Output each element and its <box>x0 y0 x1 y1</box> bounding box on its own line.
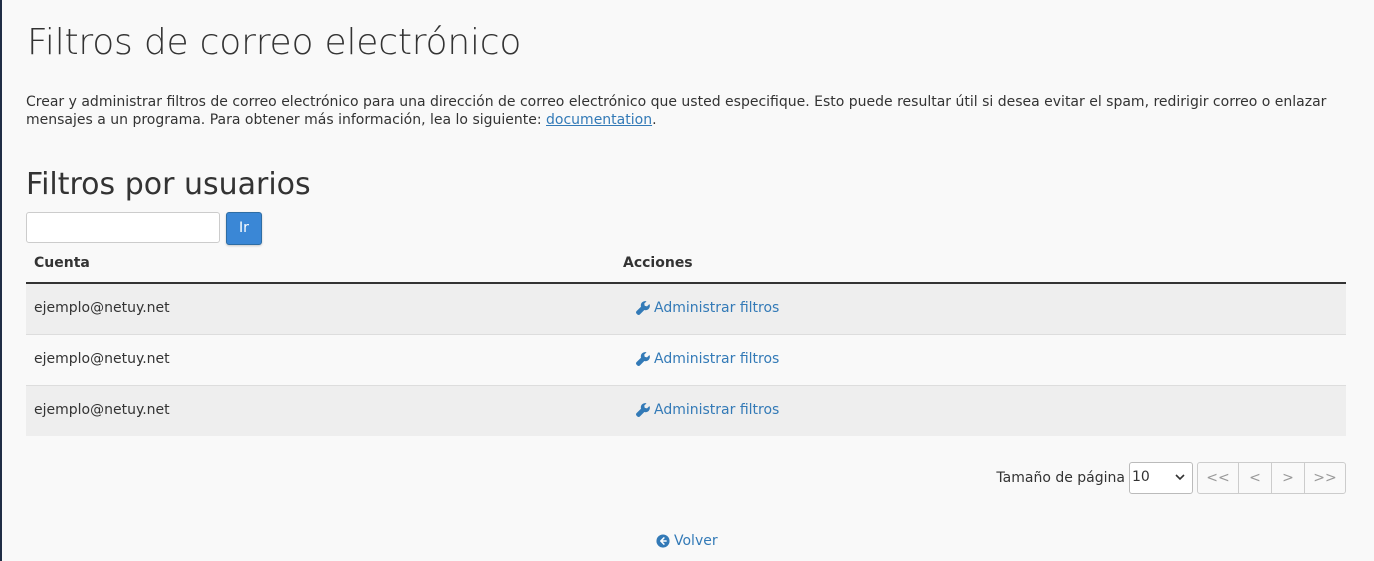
manage-filters-link[interactable]: Administrar filtros <box>636 351 779 367</box>
table-row: ejemplo@netuy.net Administrar filtros <box>26 335 1346 386</box>
column-header-actions: Acciones <box>623 255 693 271</box>
description-text: Crear y administrar filtros de correo el… <box>26 94 1327 128</box>
arrow-circle-left-icon <box>656 534 670 548</box>
page-title: Filtros de correo electrónico <box>27 22 522 63</box>
column-header-account[interactable]: Cuenta <box>34 255 90 271</box>
chevron-down-icon <box>1175 474 1185 481</box>
section-title: Filtros por usuarios <box>26 167 311 202</box>
back-link[interactable]: Volver <box>656 533 718 549</box>
accounts-table: Cuenta Acciones ejemplo@netuy.net Admini… <box>26 248 1346 436</box>
account-cell: ejemplo@netuy.net <box>34 402 170 418</box>
manage-filters-label: Administrar filtros <box>654 402 780 418</box>
page-size-value: 10 <box>1132 469 1150 485</box>
manage-filters-label: Administrar filtros <box>654 300 780 316</box>
next-page-button[interactable]: > <box>1272 463 1305 493</box>
wrench-icon <box>636 352 650 366</box>
wrench-icon <box>636 403 650 417</box>
pagination: Tamaño de página 10 << < > >> <box>996 461 1346 495</box>
page-buttons: << < > >> <box>1197 462 1346 494</box>
wrench-icon <box>636 301 650 315</box>
account-cell: ejemplo@netuy.net <box>34 351 170 367</box>
description-end: . <box>652 112 657 128</box>
page-description: Crear y administrar filtros de correo el… <box>26 93 1346 129</box>
documentation-link[interactable]: documentation <box>546 112 652 128</box>
page-size-select[interactable]: 10 <box>1129 462 1193 494</box>
table-row: ejemplo@netuy.net Administrar filtros <box>26 284 1346 335</box>
table-row: ejemplo@netuy.net Administrar filtros <box>26 386 1346 436</box>
manage-filters-label: Administrar filtros <box>654 351 780 367</box>
manage-filters-link[interactable]: Administrar filtros <box>636 402 779 418</box>
first-page-button[interactable]: << <box>1198 463 1239 493</box>
search-input[interactable] <box>26 212 220 243</box>
prev-page-button[interactable]: < <box>1239 463 1272 493</box>
back-label: Volver <box>674 533 718 549</box>
manage-filters-link[interactable]: Administrar filtros <box>636 300 779 316</box>
left-edge <box>0 0 2 561</box>
go-button[interactable]: Ir <box>226 212 262 245</box>
account-cell: ejemplo@netuy.net <box>34 300 170 316</box>
last-page-button[interactable]: >> <box>1305 463 1345 493</box>
table-header: Cuenta Acciones <box>26 248 1346 284</box>
page-size-label: Tamaño de página <box>996 470 1125 486</box>
